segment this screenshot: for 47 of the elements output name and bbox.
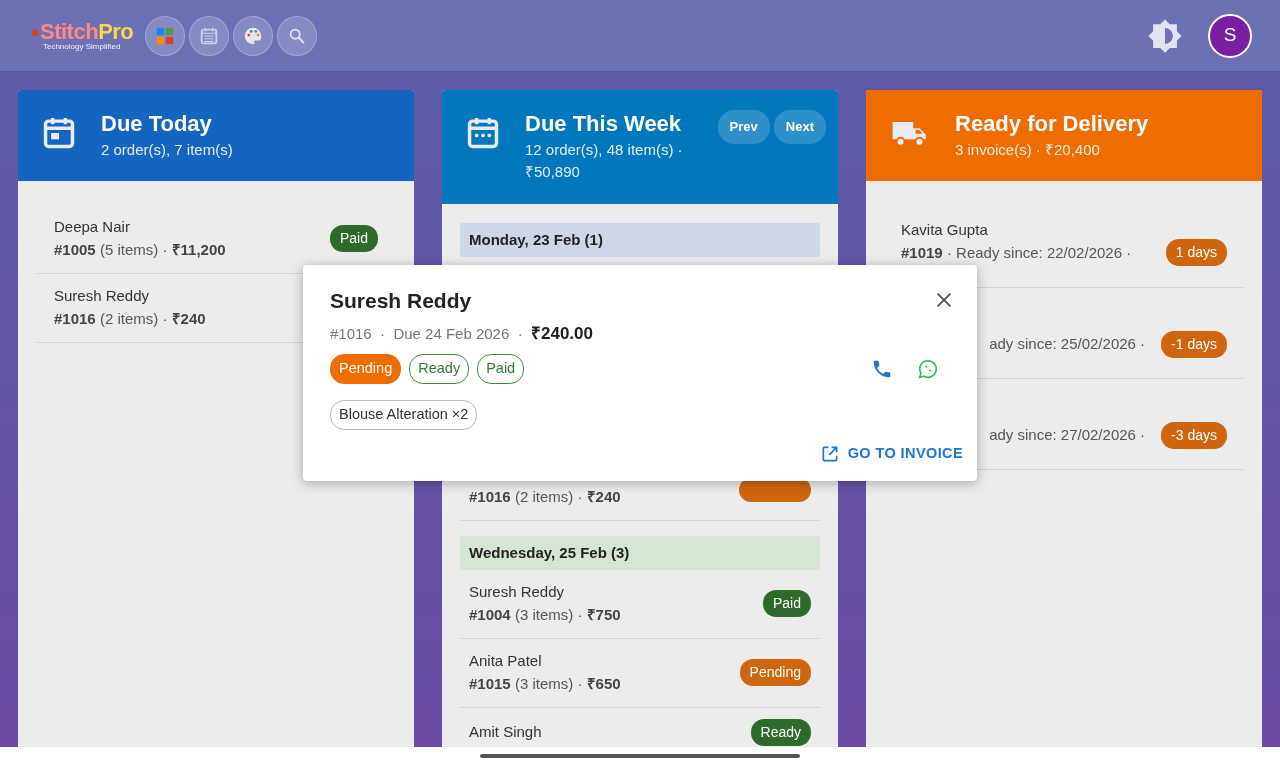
customer-name: Kavita Gupta — [901, 220, 988, 241]
card-title: Due This Week — [525, 110, 683, 138]
order-summary: #1015 (3 items) · ₹650 — [469, 673, 621, 694]
card-subtitle: 3 invoice(s) · ₹20,400 — [955, 139, 1101, 160]
dialog-title: Suresh Reddy — [330, 288, 473, 314]
status-badge: -1 days — [1161, 330, 1227, 358]
status-badge: Pending — [739, 659, 811, 687]
order-summary: #1019 · Ready since: 22/02/2026 · — [901, 242, 1132, 263]
search-button[interactable] — [277, 15, 318, 56]
item-chip: Blouse Alteration ×2 — [330, 399, 478, 430]
status-chip[interactable]: Paid — [477, 354, 525, 384]
status-chip[interactable]: Pending — [330, 354, 402, 384]
order-summary: #1005 (5 items) · ₹11,200 — [54, 239, 226, 260]
calendar-button[interactable] — [189, 15, 230, 56]
status-badge: 1 days — [1165, 239, 1227, 267]
order-summary: ady since: 27/02/2026 · — [989, 424, 1146, 445]
customer-name: Amit Singh — [469, 722, 542, 743]
status-badge: -3 days — [1161, 421, 1227, 449]
status-chip[interactable]: Ready — [409, 354, 470, 384]
logo-wordmark: StitchPro — [30, 20, 134, 43]
week-nav-button[interactable]: Prev — [717, 110, 770, 144]
palette-button[interactable] — [233, 15, 274, 56]
customer-name: Suresh Reddy — [54, 286, 150, 307]
status-badge: Paid — [762, 590, 811, 618]
logo-tagline: Technology Simplified — [41, 42, 122, 51]
chat-button[interactable] — [917, 357, 939, 380]
customer-name: Anita Patel — [469, 651, 542, 672]
order-details: #1016 · Due 24 Feb 2026 · ₹240.00 — [330, 322, 594, 345]
day-header: Monday, 23 Feb (1) — [460, 222, 820, 258]
card-subtitle: 2 order(s), 7 item(s) — [101, 139, 234, 160]
day-header: Wednesday, 25 Feb (3) — [460, 535, 820, 571]
go-to-invoice-link[interactable]: GO TO INVOICE — [819, 439, 963, 469]
card-title: Ready for Delivery — [955, 110, 1150, 138]
order-summary: #1016 (2 items) · ₹240 — [469, 486, 621, 507]
customer-name: Suresh Reddy — [469, 582, 565, 603]
status-badge: Ready — [750, 719, 811, 747]
user-avatar[interactable]: S — [1208, 13, 1252, 58]
week-nav-button[interactable]: Next — [773, 110, 826, 144]
status-badge: Paid — [329, 225, 378, 253]
order-summary: #1016 (2 items) · ₹240 — [54, 308, 206, 329]
order-summary: #1004 (3 items) · ₹750 — [469, 604, 621, 625]
customer-name: Deepa Nair — [54, 217, 130, 238]
apps-grid-button[interactable] — [145, 15, 186, 56]
card-subtitle: 12 order(s), 48 item(s) · ₹50,890 — [525, 139, 684, 183]
order-summary: ady since: 25/02/2026 · — [989, 333, 1146, 354]
chat-bubble-icon — [917, 357, 939, 380]
card-title: Due Today — [101, 110, 213, 138]
